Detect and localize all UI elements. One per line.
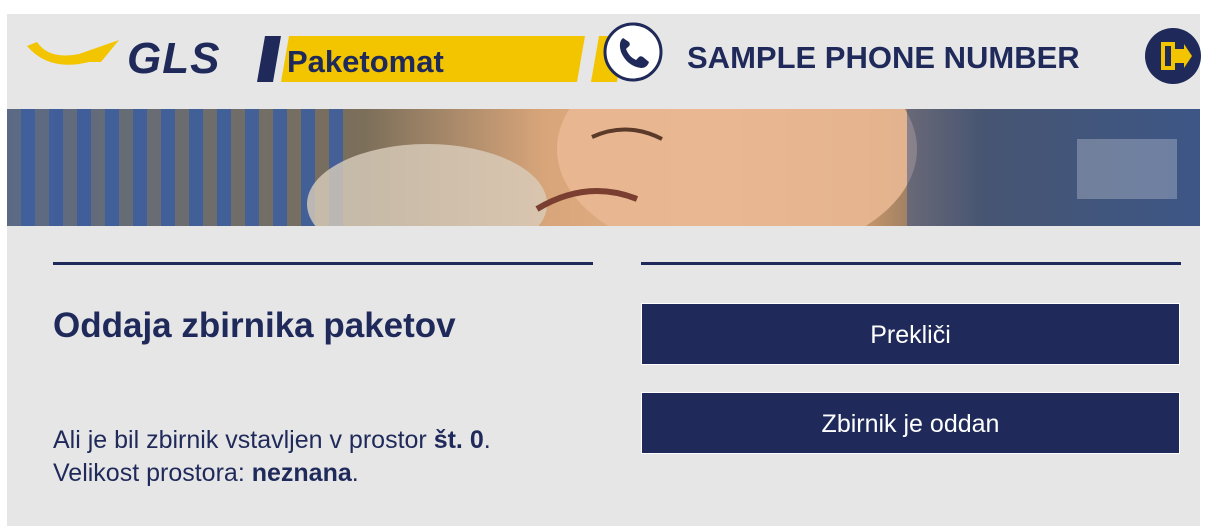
exit-button[interactable] xyxy=(1144,27,1202,85)
page-frame: GLS Paketomat SAMPLE PHONE NUMBER Oddaja… xyxy=(7,14,1202,526)
right-divider xyxy=(641,262,1181,265)
compartment-number: št. 0 xyxy=(433,426,484,454)
left-divider xyxy=(53,262,593,265)
message-line-2: Velikost prostora: neznana. xyxy=(53,459,359,487)
brand-label: Paketomat xyxy=(287,44,444,79)
page-title: Oddaja zbirnika paketov xyxy=(53,306,456,345)
header: GLS Paketomat SAMPLE PHONE NUMBER xyxy=(7,14,1202,109)
banner-image xyxy=(7,109,1200,226)
banner-photo xyxy=(21,109,1200,226)
confirm-delivered-button[interactable]: Zbirnik je oddan xyxy=(641,392,1180,454)
compartment-size: neznana xyxy=(251,459,352,487)
message-line-1: Ali je bil zbirnik vstavljen v prostor š… xyxy=(53,426,491,454)
phone-number: SAMPLE PHONE NUMBER xyxy=(687,40,1080,75)
gls-swoosh-icon xyxy=(27,40,119,65)
status-message: Ali je bil zbirnik vstavljen v prostor š… xyxy=(53,424,491,490)
phone-icon xyxy=(603,22,663,82)
gls-logo-text: GLS xyxy=(127,34,221,83)
cancel-button[interactable]: Prekliči xyxy=(641,303,1180,365)
